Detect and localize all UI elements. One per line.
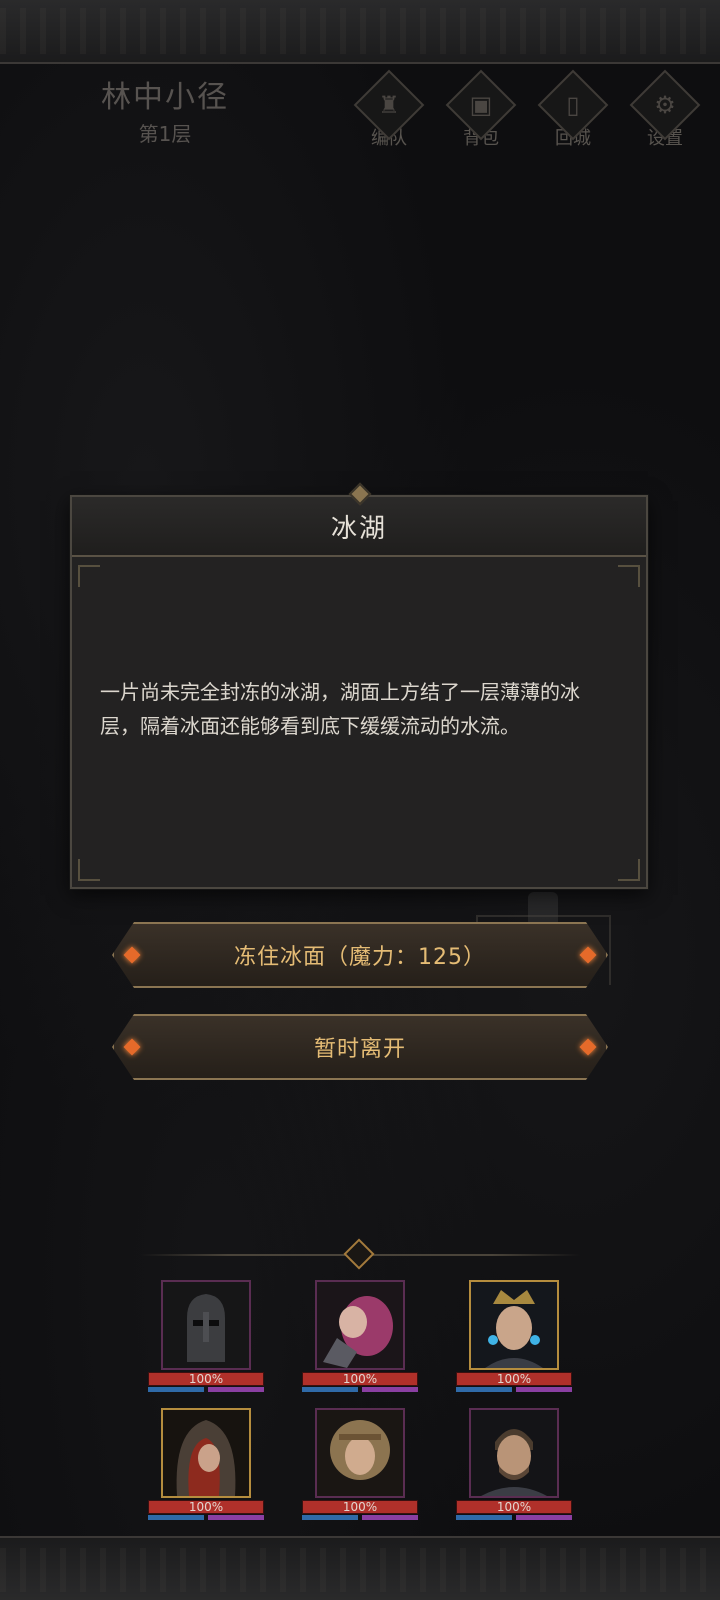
hp-percent: 100% — [342, 1500, 378, 1514]
return-town-button[interactable]: ▯ 回城 — [537, 69, 609, 150]
hp-percent: 100% — [188, 1372, 224, 1386]
hp-percent: 100% — [496, 1372, 532, 1386]
leave-label: 暂时离开 — [313, 1037, 406, 1062]
event-dialog-header: 冰湖 — [72, 497, 646, 557]
leave-button[interactable]: 暂时离开 — [112, 1014, 608, 1080]
resource-bars — [302, 1515, 418, 1520]
event-description: 一片尚未完全封冻的冰湖，湖面上方结了一层薄薄的冰层，隔着冰面还能够看到底下缓缓流… — [100, 680, 580, 738]
freeze-ice-label: 冻住冰面（魔力：125） — [234, 945, 486, 970]
freeze-ice-button[interactable]: 冻住冰面（魔力：125） — [112, 922, 608, 988]
corner-ornament — [618, 565, 640, 587]
event-dialog: 冰湖 一片尚未完全封冻的冰湖，湖面上方结了一层薄薄的冰层，隔着冰面还能够看到底下… — [70, 495, 648, 889]
hp-bar: 100% — [456, 1372, 572, 1386]
top-ornament-bar — [0, 0, 720, 64]
resource-bars — [456, 1515, 572, 1520]
bearded-man-portrait — [469, 1408, 559, 1498]
event-title: 冰湖 — [330, 513, 387, 544]
location-name: 林中小径 — [101, 80, 229, 115]
floor-label: 第1层 — [138, 122, 192, 146]
location-info: 林中小径 第1层 — [60, 72, 270, 147]
backpack-button[interactable]: ▣ 背包 — [445, 69, 517, 150]
blonde-woman-portrait — [315, 1408, 405, 1498]
bottom-ornament-bar — [0, 1536, 720, 1600]
hp-bar: 100% — [456, 1500, 572, 1514]
party-member[interactable]: 100% — [456, 1408, 572, 1520]
hp-percent: 100% — [496, 1500, 532, 1514]
corner-ornament — [78, 859, 100, 881]
hp-bar: 100% — [302, 1500, 418, 1514]
resource-bars — [148, 1387, 264, 1392]
event-dialog-body: 一片尚未完全封冻的冰湖，湖面上方结了一层薄薄的冰层，隔着冰面还能够看到底下缓缓流… — [72, 557, 646, 743]
crowned-mage-portrait — [469, 1280, 559, 1370]
hp-bar: 100% — [302, 1372, 418, 1386]
corner-ornament — [78, 565, 100, 587]
knight-portrait — [161, 1280, 251, 1370]
corner-ornament — [618, 859, 640, 881]
top-menu: ♜ 编队 ▣ 背包 ▯ 回城 ⚙ 设置 — [353, 69, 701, 150]
hp-bar: 100% — [148, 1500, 264, 1514]
party-member[interactable]: 100% — [302, 1280, 418, 1392]
resource-bars — [148, 1515, 264, 1520]
formation-button[interactable]: ♜ 编队 — [353, 69, 425, 150]
resource-bars — [302, 1387, 418, 1392]
hp-percent: 100% — [342, 1372, 378, 1386]
party-member[interactable]: 100% — [148, 1408, 264, 1520]
resource-bars — [456, 1387, 572, 1392]
hp-bar: 100% — [148, 1372, 264, 1386]
party-member[interactable]: 100% — [302, 1408, 418, 1520]
settings-button[interactable]: ⚙ 设置 — [629, 69, 701, 150]
party-member[interactable]: 100% — [456, 1280, 572, 1392]
hp-percent: 100% — [188, 1500, 224, 1514]
pink-hair-warrior-portrait — [315, 1280, 405, 1370]
red-hooded-woman-portrait — [161, 1408, 251, 1498]
party-member[interactable]: 100% — [148, 1280, 264, 1392]
